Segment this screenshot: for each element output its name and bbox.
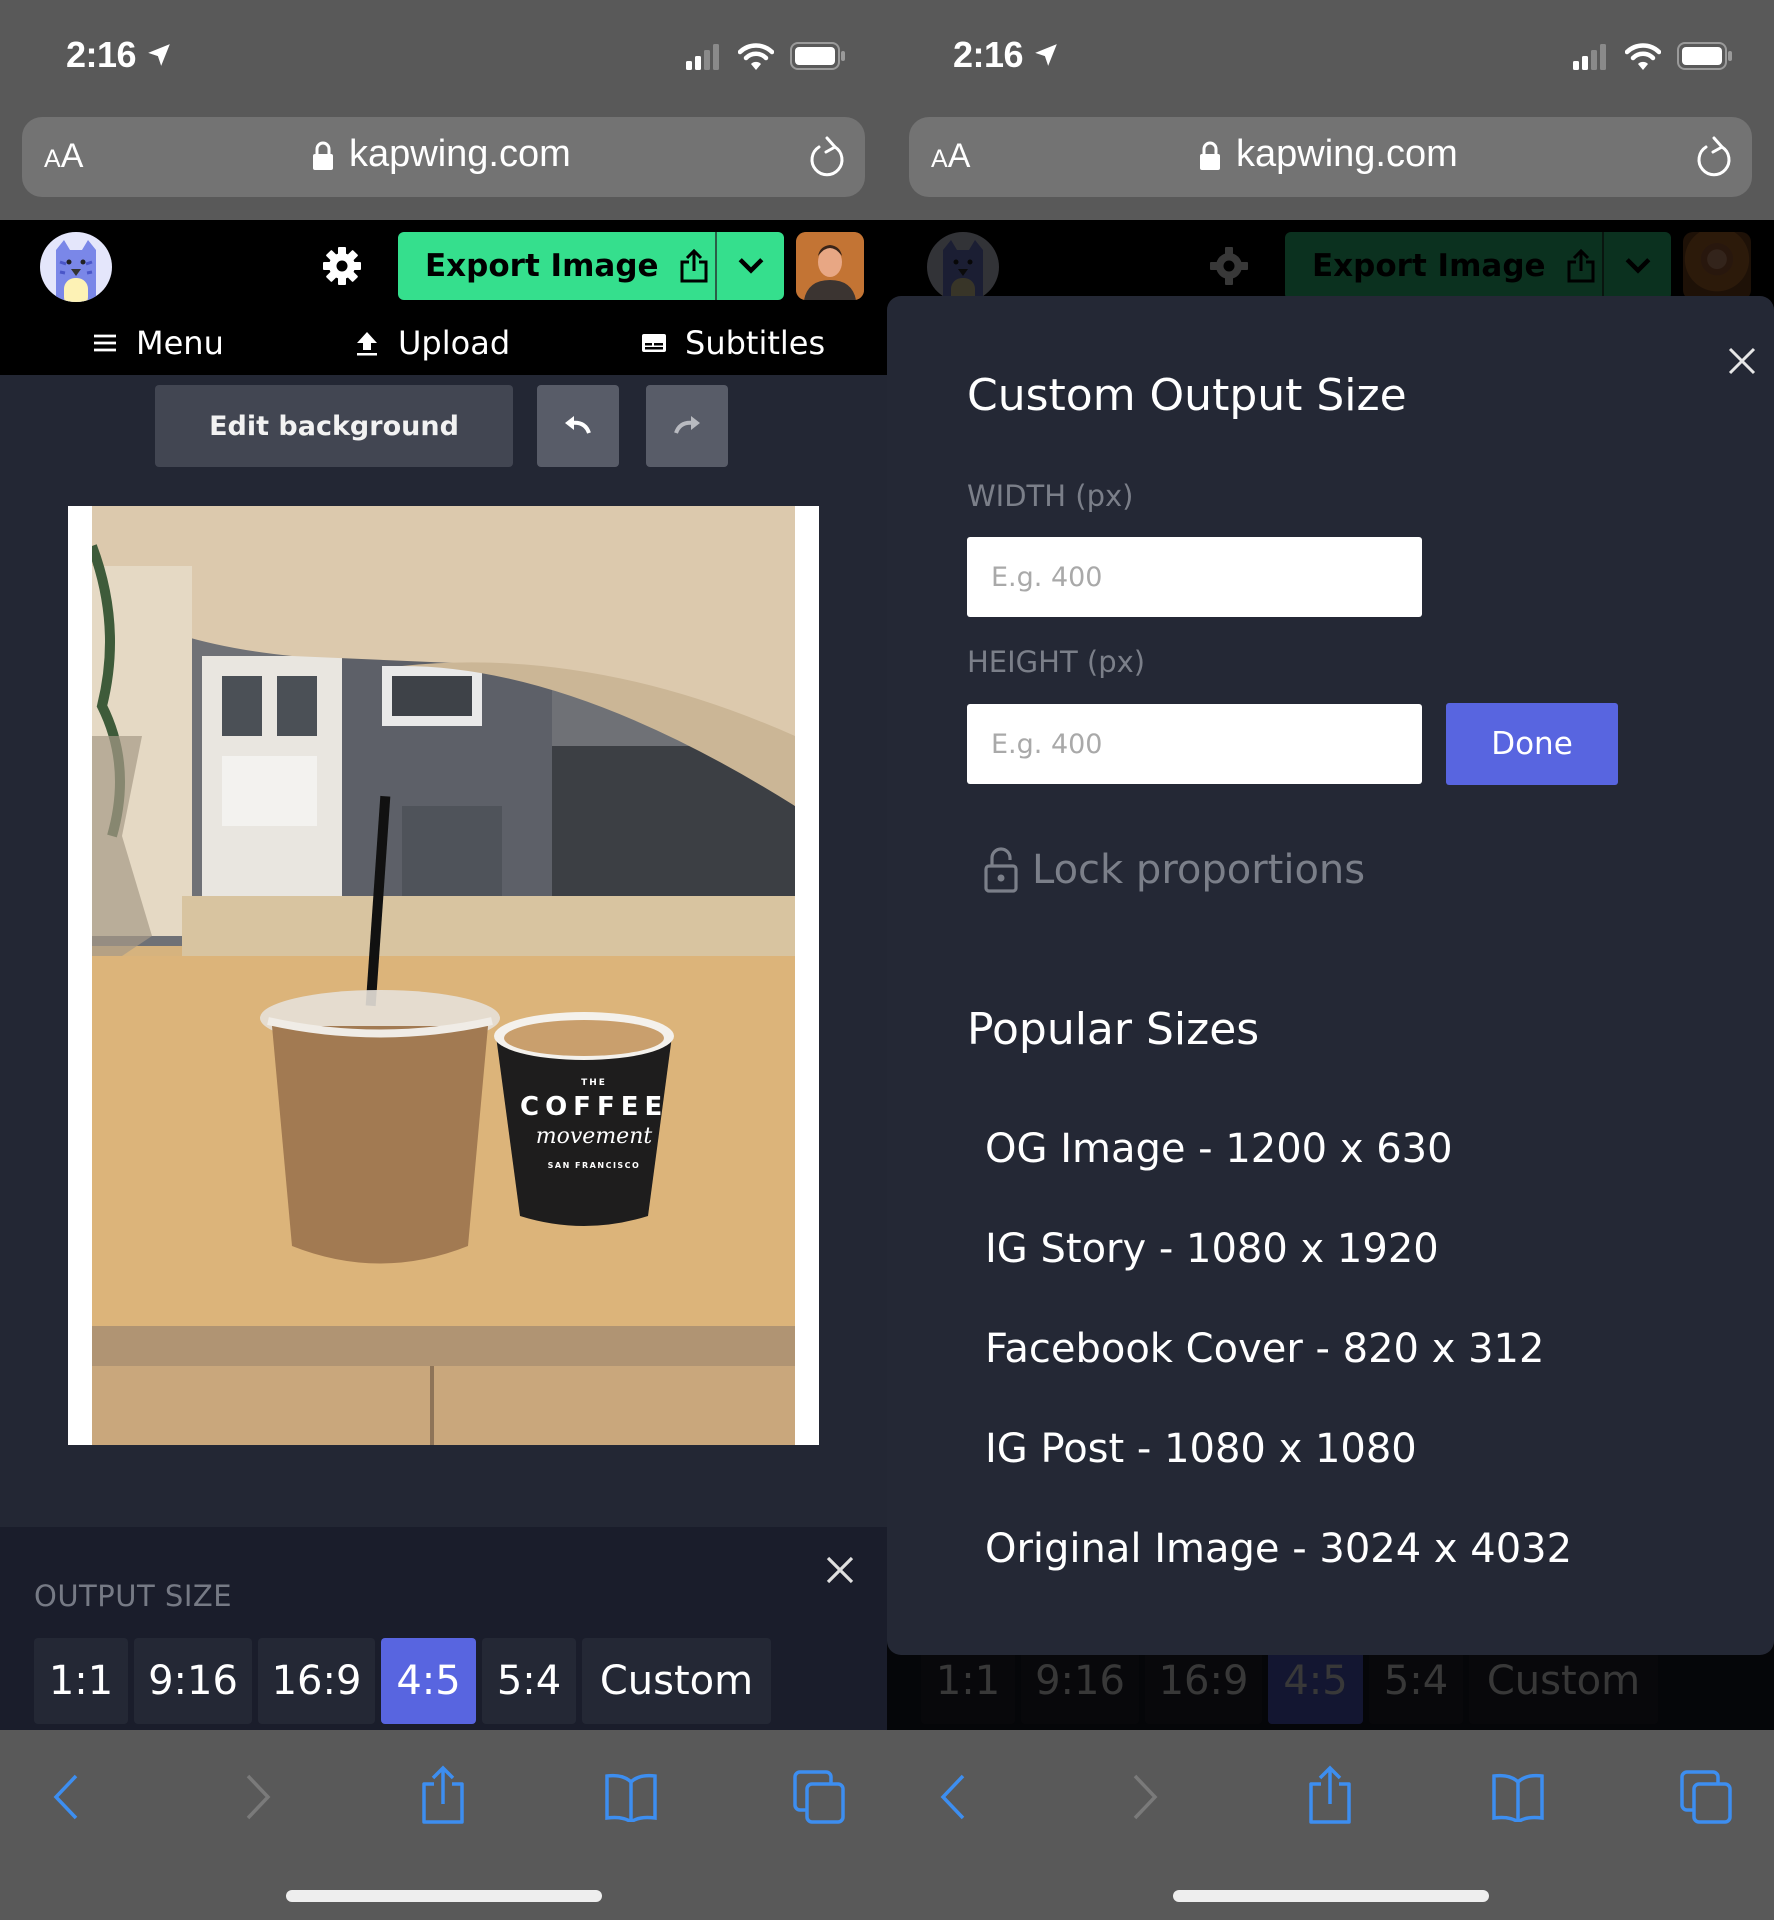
kapwing-logo[interactable] [40,232,112,302]
redo-icon [674,416,700,434]
bookmarks-icon[interactable] [603,1772,659,1822]
output-size-label: OUTPUT SIZE [34,1579,233,1613]
subtitles-icon [642,333,666,352]
tabs-icon[interactable] [1680,1770,1732,1824]
cup-text-main: COFFEE [520,1092,669,1122]
cup-branding: THE COFFEE movement SAN FRANCISCO [520,1078,668,1170]
upload-icon [357,331,377,355]
share-icon[interactable] [1307,1764,1353,1826]
cellular-signal-icon [686,44,719,70]
url-host: kapwing.com [349,133,571,175]
cup-text-bottom: SAN FRANCISCO [547,1161,641,1170]
forward-chevron-icon[interactable] [244,1772,272,1822]
status-time: 2:16 [66,34,137,75]
nav-subtitles[interactable]: Subtitles [641,315,825,370]
editor-workspace: Edit background THE COFFEE movement SAN … [0,375,887,1527]
back-chevron-icon[interactable] [939,1772,967,1822]
nav-upload-label: Upload [398,323,511,362]
wifi-icon [738,43,774,70]
ratio-option-5-4[interactable]: 5:4 [482,1638,576,1724]
user-photo [796,232,864,300]
edit-background-button[interactable]: Edit background [155,385,513,467]
unlocked-padlock-icon [984,847,1018,893]
coffee-photo-image [92,506,795,1445]
cellular-signal-icon [1573,44,1606,70]
cup-text-top: THE [581,1078,607,1088]
height-label: HEIGHT (px) [967,645,1146,679]
close-icon[interactable] [824,1554,856,1586]
url-host: kapwing.com [1236,133,1458,175]
height-input[interactable] [967,704,1422,784]
bookmarks-icon[interactable] [1490,1772,1546,1822]
share-icon[interactable] [420,1764,466,1826]
popular-size-ig-story[interactable]: IG Story - 1080 x 1920 [985,1226,1572,1326]
popular-size-ig-post[interactable]: IG Post - 1080 x 1080 [985,1426,1572,1526]
undo-icon [565,416,591,434]
home-indicator[interactable] [1173,1890,1489,1902]
battery-icon [1677,42,1732,70]
settings-gear-icon[interactable] [322,246,362,286]
address-bar[interactable]: AA kapwing.com [909,117,1752,197]
export-image-label: Export Image [425,248,659,284]
phone-screen-editor: 2:16 AA kapwing.com Export Image Menu Up… [0,0,887,1920]
modal-title: Custom Output Size [967,370,1407,421]
phone-screen-custom-size-modal: 2:16 AA kapwing.com Export Image [887,0,1774,1920]
chevron-down-icon [738,258,763,274]
text-size-button[interactable]: AA [44,137,83,176]
width-label: WIDTH (px) [967,479,1134,513]
location-arrow-icon [148,44,170,66]
status-time: 2:16 [953,34,1024,75]
reload-icon[interactable] [1694,135,1734,179]
ratio-option-4-5[interactable]: 4:5 [381,1638,476,1724]
image-canvas[interactable]: THE COFFEE movement SAN FRANCISCO [68,506,819,1445]
editor-nav: Menu Upload Subtitles [0,315,887,370]
status-bar: 2:16 [0,0,887,110]
popular-size-original-image[interactable]: Original Image - 3024 x 4032 [985,1526,1572,1626]
redo-button[interactable] [646,385,728,467]
app-header: Export Image Menu Upload Subtitles [0,220,887,375]
cup-text-script: movement [535,1124,653,1149]
popular-sizes-list: OG Image - 1200 x 630 IG Story - 1080 x … [985,1126,1572,1626]
done-button[interactable]: Done [1446,703,1618,785]
reload-icon[interactable] [807,135,847,179]
ratio-option-16-9[interactable]: 16:9 [258,1638,375,1724]
home-indicator[interactable] [286,1890,602,1902]
forward-chevron-icon[interactable] [1131,1772,1159,1822]
user-avatar[interactable] [796,232,864,300]
lock-icon [1200,141,1220,170]
location-arrow-icon [1035,44,1057,66]
nav-menu[interactable]: Menu [92,315,224,370]
ratio-option-custom[interactable]: Custom [582,1638,771,1724]
output-size-panel: OUTPUT SIZE 1:1 9:16 16:9 4:5 5:4 Custom [0,1527,887,1730]
address-bar[interactable]: AA kapwing.com [22,117,865,197]
ratio-option-9-16[interactable]: 9:16 [134,1638,252,1724]
undo-button[interactable] [537,385,619,467]
ratio-option-1-1[interactable]: 1:1 [34,1638,128,1724]
popular-size-facebook-cover[interactable]: Facebook Cover - 820 x 312 [985,1326,1572,1426]
coffee-photo[interactable]: THE COFFEE movement SAN FRANCISCO [92,506,795,1445]
nav-menu-label: Menu [136,323,224,362]
share-upload-icon [680,249,708,283]
nav-upload[interactable]: Upload [354,315,510,370]
export-image-button[interactable]: Export Image [398,232,715,300]
status-bar: 2:16 [887,0,1774,110]
text-size-button[interactable]: AA [931,137,970,176]
tabs-icon[interactable] [793,1770,845,1824]
back-chevron-icon[interactable] [52,1772,80,1822]
wifi-icon [1625,43,1661,70]
lock-icon [313,141,333,170]
cat-mascot-icon [56,240,96,302]
battery-icon [790,42,845,70]
popular-size-og-image[interactable]: OG Image - 1200 x 630 [985,1126,1572,1226]
popular-sizes-title: Popular Sizes [967,1004,1260,1055]
hamburger-icon [94,334,116,351]
export-options-dropdown[interactable] [717,232,784,300]
lock-proportions-toggle[interactable]: Lock proportions [984,847,1365,893]
close-modal-icon[interactable] [1727,346,1757,376]
custom-output-size-modal: Custom Output Size WIDTH (px) HEIGHT (px… [887,296,1774,1655]
nav-subtitles-label: Subtitles [685,323,826,362]
aspect-ratio-options: 1:1 9:16 16:9 4:5 5:4 Custom [34,1638,771,1724]
width-input[interactable] [967,537,1422,617]
lock-proportions-label: Lock proportions [1032,847,1366,893]
